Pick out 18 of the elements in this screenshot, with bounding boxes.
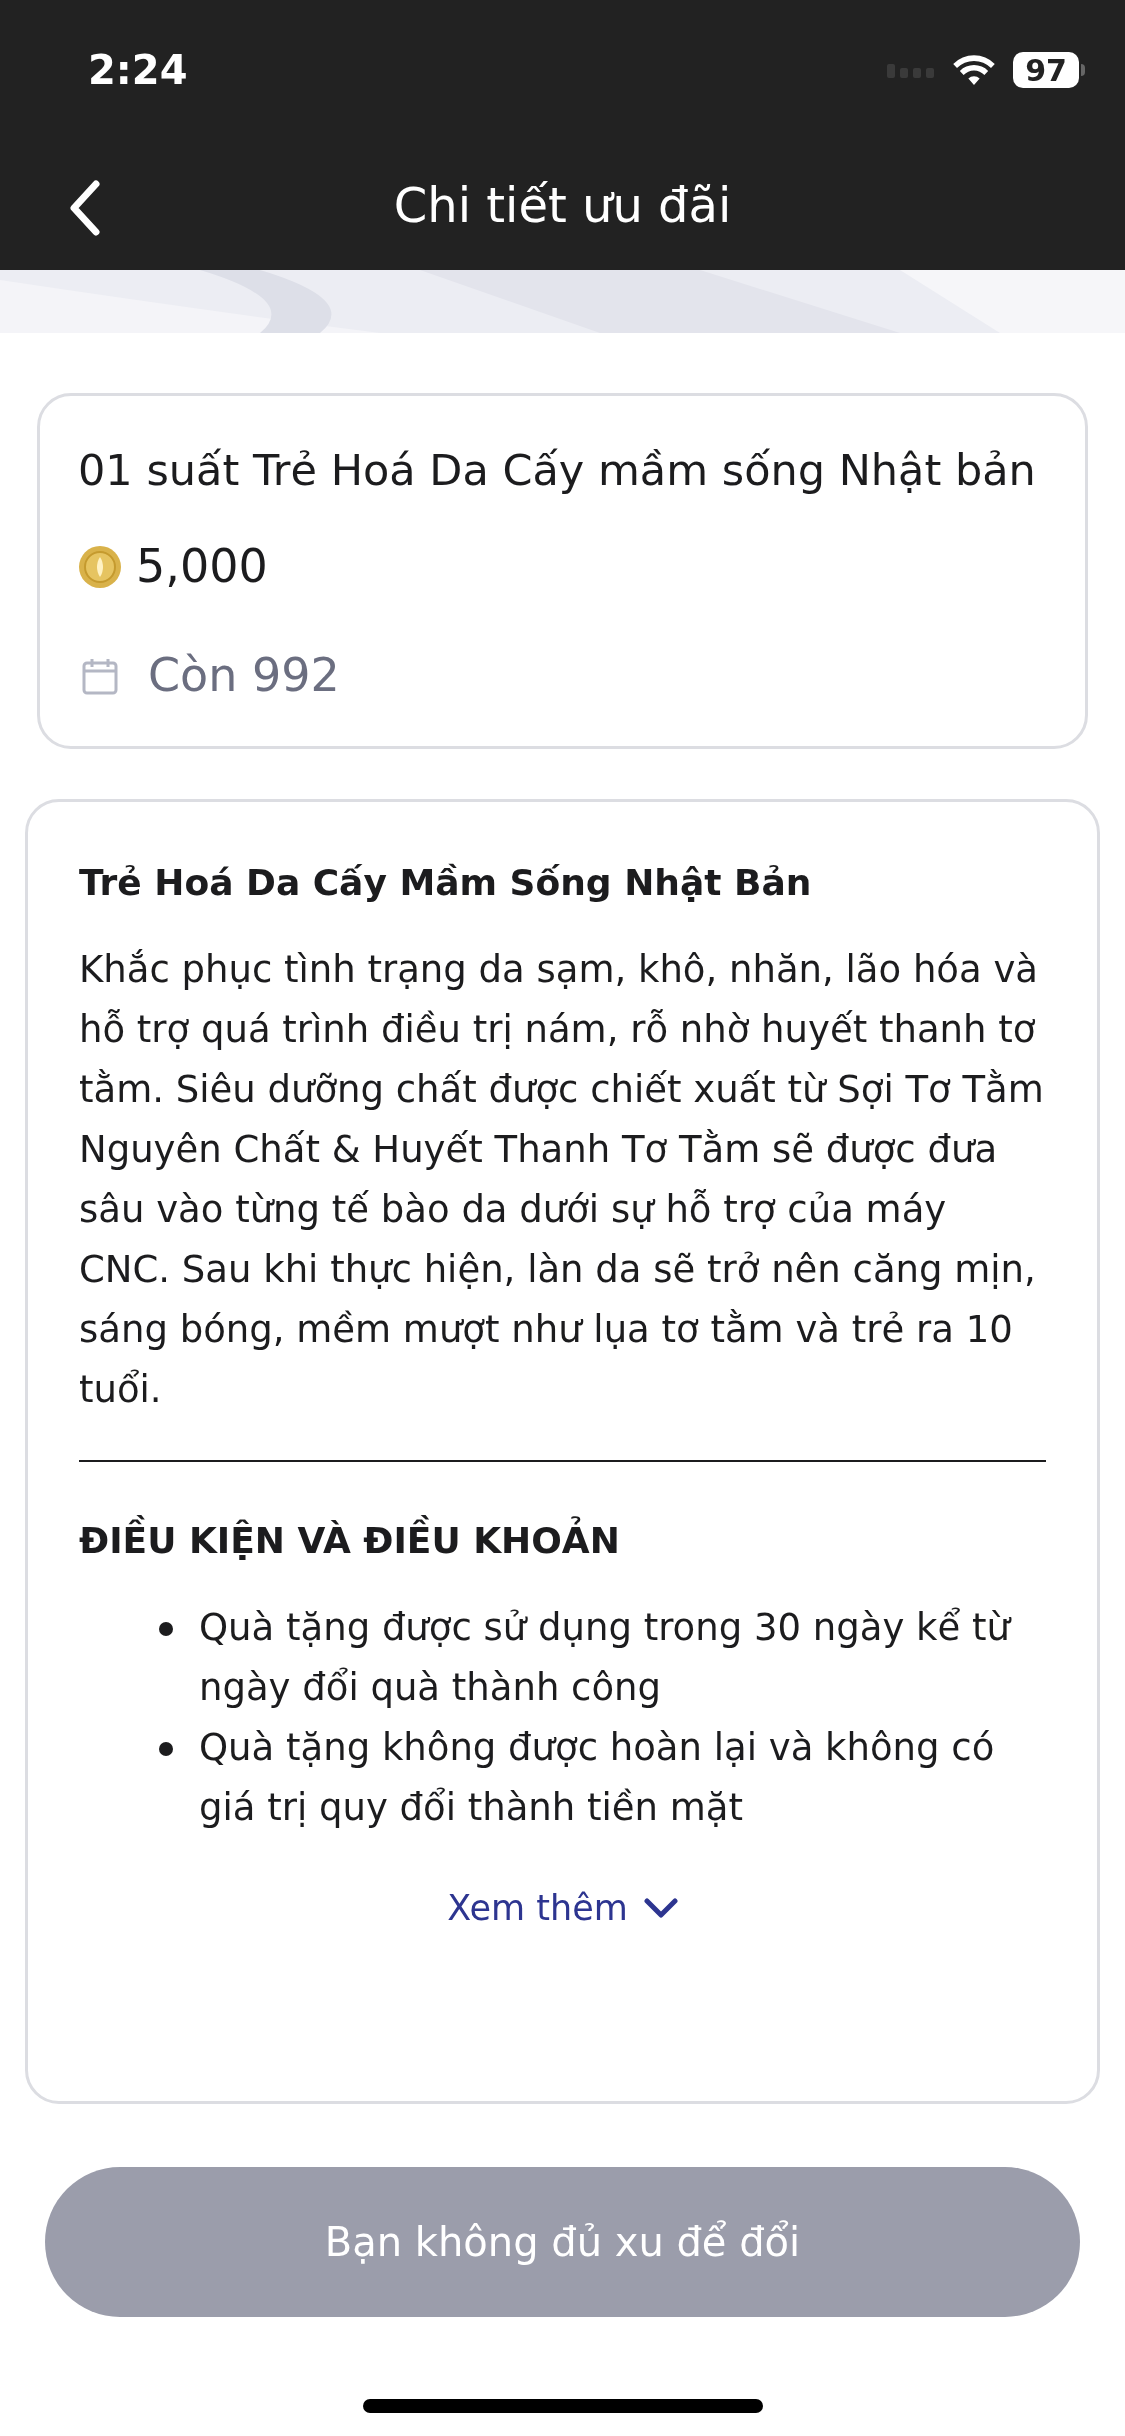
offer-title: 01 suất Trẻ Hoá Da Cấy mầm sống Nhật bản <box>78 444 1037 497</box>
chevron-down-icon <box>643 1898 678 1919</box>
terms-heading: ĐIỀU KIỆN VÀ ĐIỀU KHOẢN <box>79 1514 1046 1568</box>
terms-item: Quà tặng được sử dụng trong 30 ngày kể từ ngày đổi quà thành công <box>199 1605 1013 1711</box>
wifi-icon <box>951 53 997 87</box>
see-more-link[interactable]: Xem thêm <box>447 1882 678 1935</box>
details-heading: Trẻ Hoá Da Cấy Mầm Sống Nhật Bản <box>79 861 813 905</box>
back-icon <box>68 180 100 236</box>
bullet-icon <box>159 1742 173 1756</box>
status-time: 2:24 <box>88 46 188 95</box>
remaining-count: Còn 992 <box>148 647 340 704</box>
calendar-icon <box>82 656 118 695</box>
description: Khắc phục tình trạng da sạm, khô, nhăn, lão hóa và hỗ trợ quá trình điều trị nám, rỗ nhờ huyết thanh tơ tằm. Siêu dưỡng chất được chiết xuất từ Sợi Tơ Tằm Nguyên Chất & Huyết Thanh Tơ Tằm sẽ được đưa sâu vào từng tế bào da dưới sự hỗ trợ của máy CNC. Sau khi thực hiện, làn da sẽ trở nên căng mịn, sáng bóng, mềm mượt như lụa tơ tằm và trẻ ra 10 tuổi. <box>79 947 1045 1413</box>
offer-price: 5,000 <box>136 538 268 595</box>
page-title: Chi tiết ưu đãi <box>393 181 732 229</box>
coin-icon <box>78 544 122 589</box>
bullet-icon <box>159 1622 173 1636</box>
terms-item: Quà tặng không được hoàn lại và không có giá trị quy đổi thành tiền mặt <box>199 1725 996 1831</box>
